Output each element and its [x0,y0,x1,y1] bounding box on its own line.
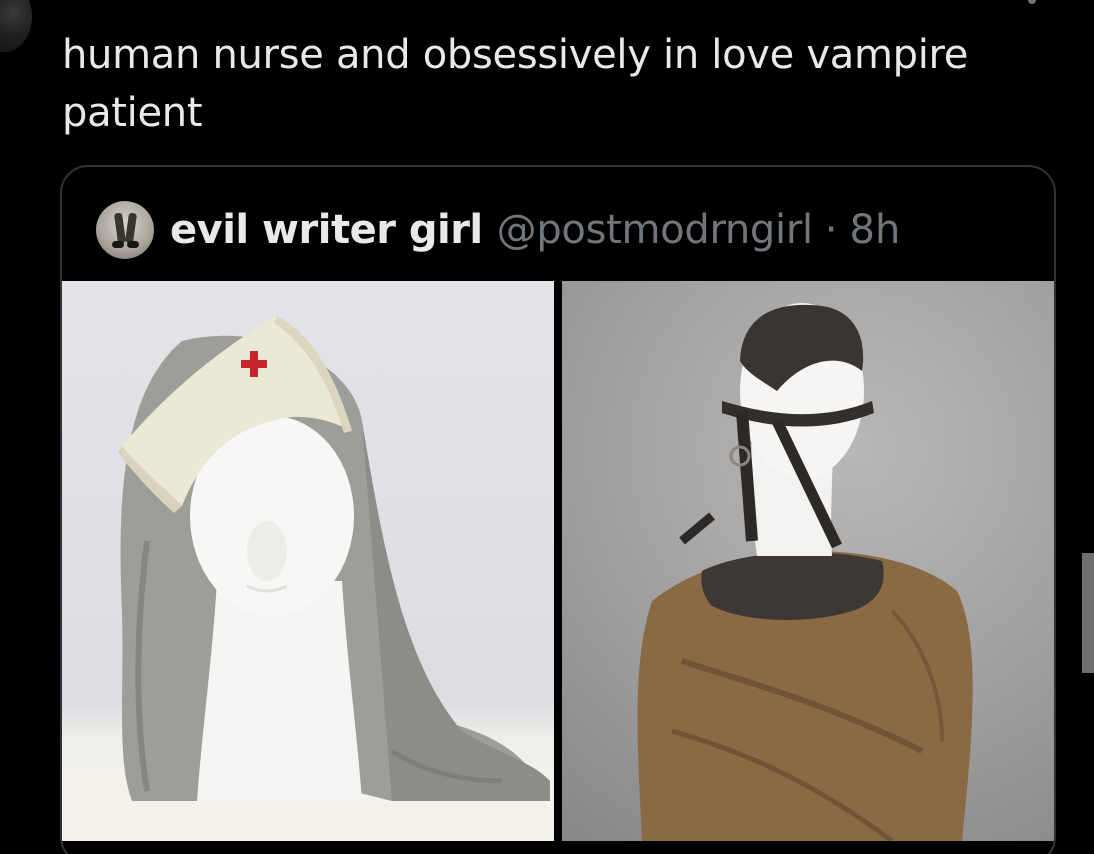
separator-dot: · [824,207,838,253]
tweet-text: human nurse and obsessively in love vamp… [62,32,969,136]
quoted-tweet-card[interactable]: evil writer girl @postmodrngirl · 8h [60,165,1056,854]
restraint-illustration [637,303,973,841]
media-image-restraint[interactable] [562,281,1054,841]
quoted-author-handle[interactable]: @postmodrngirl [497,207,813,253]
media-grid [62,281,1054,841]
tweet-view: human nurse and obsessively in love vamp… [0,0,1094,854]
quoted-tweet-timestamp[interactable]: 8h [850,207,901,253]
scrollbar-thumb[interactable] [1082,553,1094,673]
nurse-cap-illustration [62,316,554,841]
media-image-nurse-cap[interactable] [62,281,554,841]
quoted-author-name[interactable]: evil writer girl [170,207,483,253]
author-avatar[interactable] [0,0,32,52]
more-options-icon[interactable] [1028,0,1036,4]
quoted-author-avatar[interactable] [96,201,154,259]
quoted-tweet-header: evil writer girl @postmodrngirl · 8h [96,201,900,259]
